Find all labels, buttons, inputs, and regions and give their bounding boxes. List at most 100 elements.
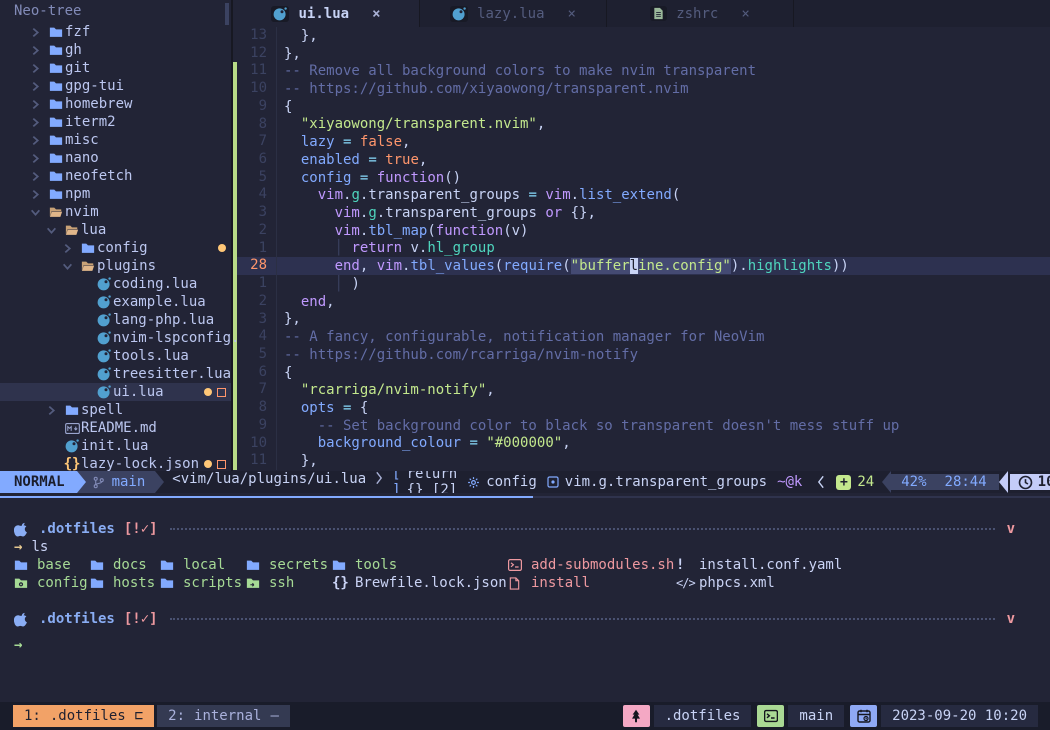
folder-icon [47, 205, 65, 219]
code-line[interactable]: 13 }, [233, 27, 1050, 45]
tab-label: lazy.lua [477, 6, 544, 22]
sidebar-item-label: config [97, 240, 148, 256]
sidebar-item-plugins[interactable]: plugins [0, 257, 231, 275]
code-line[interactable]: 7 lazy = false, [233, 133, 1050, 151]
code-area[interactable]: 13 },12},11-- Remove all background colo… [233, 27, 1050, 471]
line-number: 3 [237, 204, 277, 222]
code-line-text: opts = { [277, 400, 368, 416]
code-line[interactable]: 5-- https://github.com/rcarriga/nvim-not… [233, 346, 1050, 364]
sidebar-item-nano[interactable]: nano [0, 149, 231, 167]
tab-zshrc[interactable]: zshrc× [607, 0, 794, 27]
code-line[interactable]: 1 │ ) [233, 275, 1050, 293]
neotree-scrollbar[interactable] [225, 3, 229, 25]
code-line[interactable]: 2 vim.tbl_map(function(v) [233, 222, 1050, 240]
shell-prompt-input[interactable]: → [14, 636, 1015, 654]
sidebar-item-nvim-lspconfig-[interactable]: nvim-lspconfig. [0, 329, 231, 347]
code-icon: </> [676, 576, 692, 590]
tab-close-icon[interactable]: × [568, 6, 576, 22]
tree-chevron-icon [30, 27, 47, 38]
sidebar-item-example-lua[interactable]: example.lua [0, 293, 231, 311]
code-line[interactable]: 10-- https://github.com/xiyaowong/transp… [233, 80, 1050, 98]
sidebar-item-homebrew[interactable]: homebrew [0, 95, 231, 113]
tree-chevron-icon [30, 99, 47, 110]
shell-command-line[interactable]: →ls [14, 538, 1015, 556]
code-line[interactable]: 8 "xiyaowong/transparent.nvim", [233, 116, 1050, 134]
sidebar-item-lua[interactable]: lua [0, 221, 231, 239]
sidebar-item-iterm2[interactable]: iterm2 [0, 113, 231, 131]
datetime-label: 2023-09-20 10:20 [881, 705, 1038, 727]
code-line[interactable]: 1 │ return v.hl_group [233, 240, 1050, 258]
item-badges [218, 244, 226, 252]
code-line[interactable]: 3}, [233, 311, 1050, 329]
sidebar-item-git[interactable]: git [0, 59, 231, 77]
sidebar-item-lang-php-lua[interactable]: lang-php.lua [0, 311, 231, 329]
code-line[interactable]: 11-- Remove all background colors to mak… [233, 62, 1050, 80]
apple-icon [14, 522, 29, 537]
code-line[interactable]: 3 vim.g.transparent_groups or {}, [233, 204, 1050, 222]
sidebar-item-gh[interactable]: gh [0, 41, 231, 59]
sidebar-item-coding-lua[interactable]: coding.lua [0, 275, 231, 293]
code-line[interactable]: 11 }, [233, 452, 1050, 470]
sidebar-item-init-lua[interactable]: init.lua [0, 437, 231, 455]
tab-close-icon[interactable]: × [372, 6, 380, 22]
code-line[interactable]: 9{ [233, 98, 1050, 116]
code-line[interactable]: 4-- A fancy, configurable, notification … [233, 328, 1050, 346]
ls-entry: hosts [90, 574, 160, 592]
neotree-panel: Neo-tree fzfghgitgpg-tuihomebrewiterm2mi… [0, 0, 233, 471]
sidebar-item-spell[interactable]: spell [0, 401, 231, 419]
code-line[interactable]: 12}, [233, 45, 1050, 63]
sidebar-item-treesitter-lua[interactable]: treesitter.lua [0, 365, 231, 383]
sidebar-item-misc[interactable]: misc [0, 131, 231, 149]
sidebar-item-npm[interactable]: npm [0, 185, 231, 203]
ls-entry: add-submodules.sh [508, 556, 676, 574]
dotted-leader [170, 528, 995, 530]
tmux-window-internal[interactable]: 2:internal— [157, 705, 290, 727]
sidebar-item-fzf[interactable]: fzf [0, 23, 231, 41]
git-branch-segment: main [86, 471, 156, 493]
sidebar-item-gpg-tui[interactable]: gpg-tui [0, 77, 231, 95]
line-number: 7 [237, 133, 277, 151]
code-line-text: -- https://github.com/xiyaowong/transpar… [277, 81, 689, 97]
tree-chevron-icon [30, 135, 47, 146]
code-line-text: -- Remove all background colors to make … [277, 63, 756, 79]
powerline-arrow [999, 471, 1008, 493]
sidebar-item-label: misc [65, 132, 99, 148]
scroll-percent: 42% [901, 474, 926, 490]
code-line[interactable]: 9 -- Set background color to black so tr… [233, 417, 1050, 435]
tree-chevron-icon [30, 81, 47, 92]
code-line[interactable]: 7 "rcarriga/nvim-notify", [233, 381, 1050, 399]
apple-icon [14, 612, 29, 627]
current-code-line[interactable]: 28 end, vim.tbl_values(require("bufferli… [233, 257, 1050, 275]
sidebar-item-neofetch[interactable]: neofetch [0, 167, 231, 185]
ls-entry: install [508, 574, 676, 592]
code-line[interactable]: 6{ [233, 364, 1050, 382]
sidebar-item-readme-md[interactable]: README.md [0, 419, 231, 437]
code-line[interactable]: 10 background_colour = "#000000", [233, 435, 1050, 453]
code-line[interactable]: 2 end, [233, 293, 1050, 311]
tab-ui-lua[interactable]: ui.lua× [233, 0, 420, 27]
ls-output-row-2: confighostsscriptsssh{}Brewfile.lock.jso… [14, 574, 1015, 592]
sidebar-item-config[interactable]: config [0, 239, 231, 257]
register-indicator: ~@k [777, 474, 802, 490]
sidebar-item-ui-lua[interactable]: ui.lua [0, 383, 231, 401]
sidebar-item-nvim[interactable]: nvim [0, 203, 231, 221]
modified-dot-icon [204, 388, 212, 396]
code-line[interactable]: 4 vim.g.transparent_groups = vim.list_ex… [233, 186, 1050, 204]
shell-pane[interactable]: .dotfiles[!✓]v→lsbasedocslocalsecretstoo… [0, 498, 1050, 702]
code-line[interactable]: 6 enabled = true, [233, 151, 1050, 169]
tmux-status-right: .dotfiles main 2023-09-20 10:20 [623, 705, 1044, 727]
code-line[interactable]: 5 config = function() [233, 169, 1050, 187]
folder-icon [63, 223, 81, 237]
folder-icon [47, 151, 65, 165]
sidebar-item-tools-lua[interactable]: tools.lua [0, 347, 231, 365]
cursor-position: 28:44 [945, 474, 987, 490]
tmux-window--dotfiles[interactable]: 1:.dotfiles⊏ [13, 705, 154, 727]
sidebar-item-label: gh [65, 42, 82, 58]
tab-lazy-lua[interactable]: lazy.lua × [420, 0, 607, 27]
code-line[interactable]: 8 opts = { [233, 399, 1050, 417]
folder-gear-icon [14, 576, 30, 590]
tab-close-icon[interactable]: × [741, 6, 749, 22]
folder-icon [47, 169, 65, 183]
file-icon [95, 367, 113, 381]
ls-entry: !install.conf.yaml [676, 556, 1015, 574]
